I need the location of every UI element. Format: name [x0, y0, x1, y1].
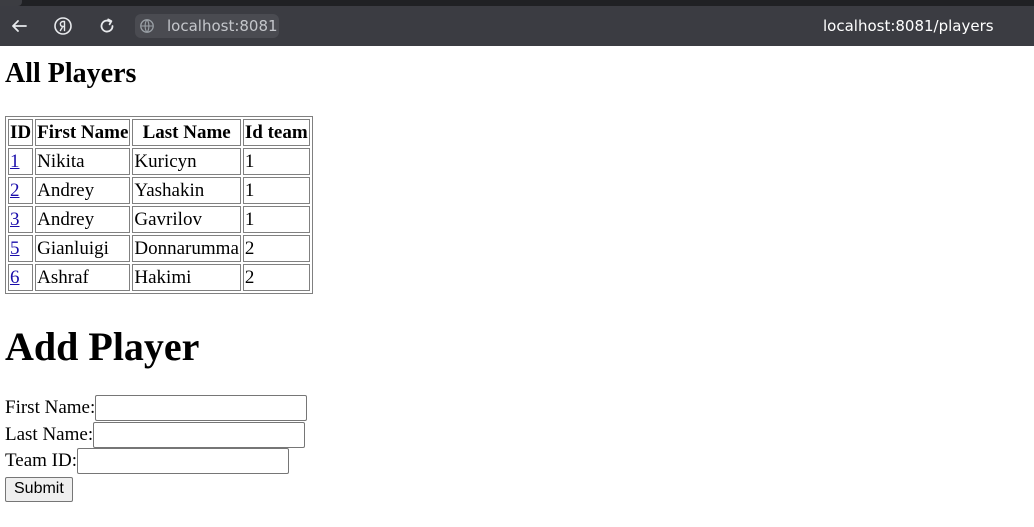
- players-table: ID First Name Last Name Id team 1 Nikita…: [5, 116, 313, 294]
- table-row: 6 Ashraf Hakimi 2: [8, 264, 310, 291]
- first-name-label: First Name:: [5, 397, 96, 419]
- yandex-icon[interactable]: [51, 14, 75, 38]
- table-row: 2 Andrey Yashakin 1: [8, 177, 310, 204]
- address-bar[interactable]: localhost:8081: [135, 14, 279, 38]
- last-name-field[interactable]: [93, 421, 306, 448]
- header-first-name: First Name: [35, 119, 131, 146]
- cell-id: 3: [8, 206, 34, 233]
- cell-team: 1: [242, 148, 310, 175]
- back-arrow-icon[interactable]: [7, 14, 31, 38]
- player-link[interactable]: 2: [10, 180, 20, 201]
- cell-first-name: Gianluigi: [35, 235, 131, 262]
- add-player-heading: Add Player: [5, 324, 200, 369]
- header-last-name: Last Name: [132, 119, 241, 146]
- globe-icon: [135, 14, 159, 38]
- cell-id: 1: [8, 148, 34, 175]
- reload-icon[interactable]: [95, 14, 119, 38]
- browser-toolbar: localhost:8081 localhost:8081/players: [0, 6, 1034, 46]
- header-id: ID: [8, 119, 34, 146]
- last-name-label: Last Name:: [5, 423, 94, 445]
- cell-team: 1: [242, 177, 310, 204]
- table-row: 5 Gianluigi Donnarumma 2: [8, 235, 310, 262]
- table-row: 3 Andrey Gavrilov 1: [8, 206, 310, 233]
- cell-first-name: Nikita: [35, 148, 131, 175]
- cell-first-name: Andrey: [35, 206, 131, 233]
- team-id-label: Team ID:: [5, 450, 78, 472]
- team-id-row: Team ID:: [5, 448, 307, 475]
- cell-last-name: Hakimi: [132, 264, 241, 291]
- submit-button[interactable]: Submit: [5, 476, 73, 502]
- table-header-row: ID First Name Last Name Id team: [8, 119, 310, 146]
- all-players-heading: All Players: [5, 58, 137, 89]
- cell-id: 6: [8, 264, 34, 291]
- cell-last-name: Yashakin: [132, 177, 241, 204]
- first-name-row: First Name:: [5, 395, 308, 422]
- table-row: 1 Nikita Kuricyn 1: [8, 148, 310, 175]
- cell-first-name: Andrey: [35, 177, 131, 204]
- cell-team: 2: [242, 264, 310, 291]
- cell-last-name: Donnarumma: [132, 235, 241, 262]
- team-id-field[interactable]: [77, 448, 290, 475]
- player-link[interactable]: 1: [10, 151, 20, 172]
- cell-team: 1: [242, 206, 310, 233]
- page-content: All Players ID First Name Last Name Id t…: [0, 46, 1034, 527]
- player-link[interactable]: 3: [10, 209, 20, 230]
- cell-team: 2: [242, 235, 310, 262]
- cell-last-name: Kuricyn: [132, 148, 241, 175]
- add-player-form: First Name: Last Name: Team ID: Submit: [5, 395, 308, 502]
- player-link[interactable]: 5: [10, 238, 20, 259]
- player-link[interactable]: 6: [10, 267, 20, 288]
- cell-id: 5: [8, 235, 34, 262]
- cell-first-name: Ashraf: [35, 264, 131, 291]
- page-url: localhost:8081/players: [823, 17, 994, 35]
- address-host: localhost:8081: [167, 17, 278, 35]
- last-name-row: Last Name:: [5, 421, 307, 449]
- first-name-field[interactable]: [95, 395, 308, 422]
- header-id-team: Id team: [242, 119, 310, 146]
- cell-last-name: Gavrilov: [132, 206, 241, 233]
- cell-id: 2: [8, 177, 34, 204]
